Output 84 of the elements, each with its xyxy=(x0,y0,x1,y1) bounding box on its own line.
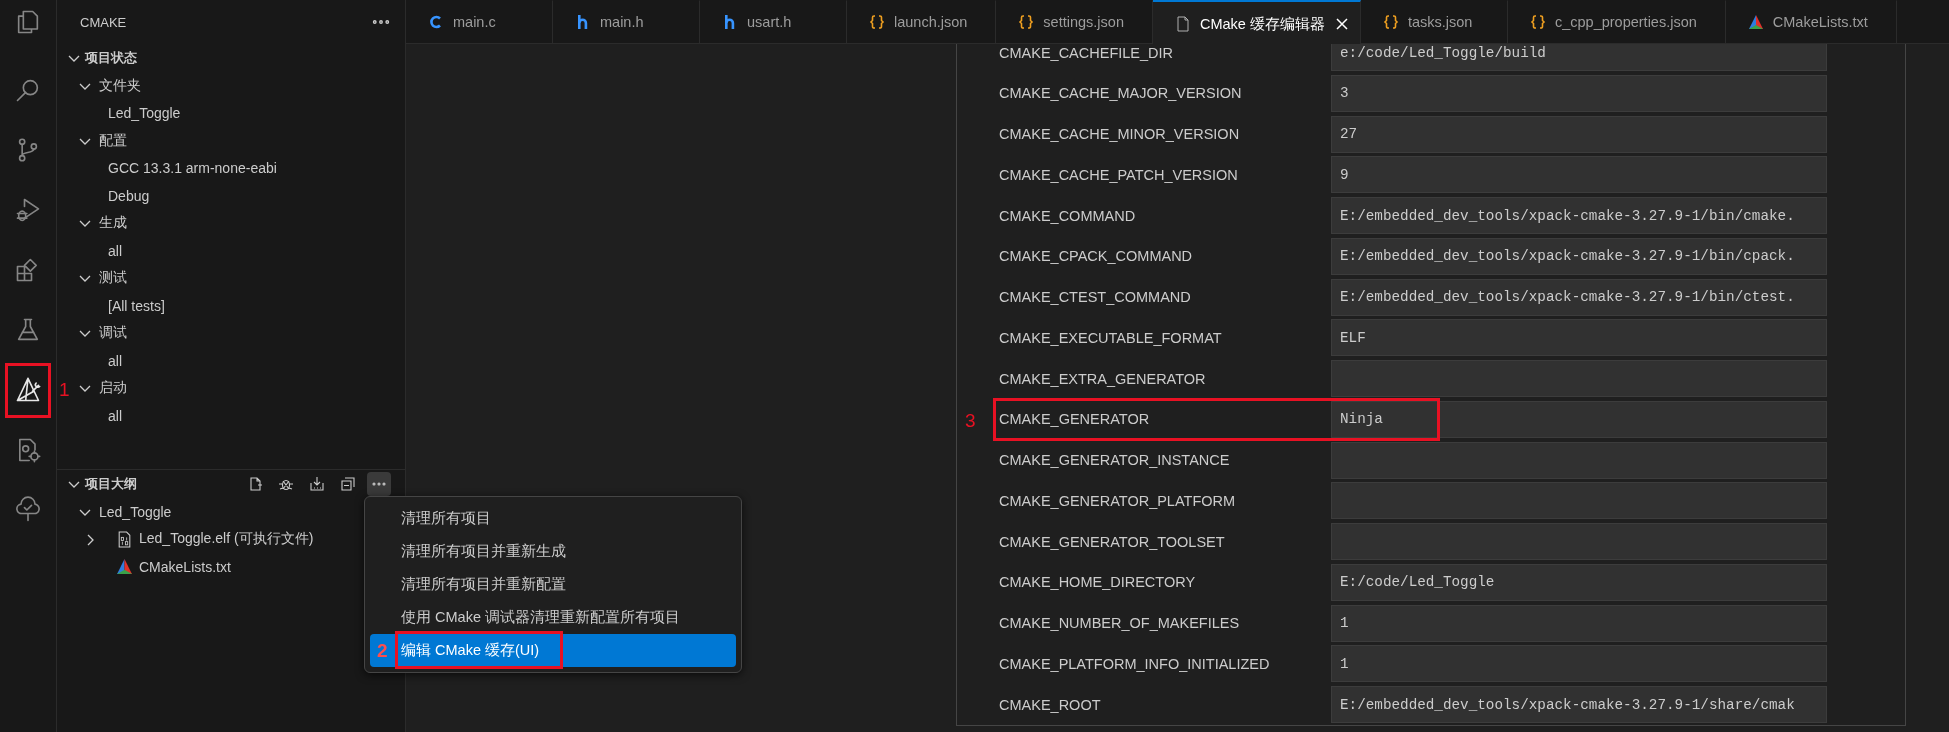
value-field[interactable]: 27 xyxy=(1331,115,1827,153)
c-file-icon xyxy=(428,14,444,30)
tree-item[interactable]: 配置 xyxy=(99,131,127,150)
value-field[interactable]: 1 xyxy=(1331,604,1827,642)
tree-check-icon[interactable] xyxy=(14,496,42,524)
braces-icon xyxy=(1382,14,1399,30)
cache-key: CMAKE_NUMBER_OF_MAKEFILES xyxy=(999,615,1331,631)
tree-item[interactable]: GCC 13.3.1 arm-none-eabi xyxy=(108,160,277,177)
value-field[interactable]: e:/code/Led_Toggle/build xyxy=(1331,44,1827,71)
tree-item[interactable]: all xyxy=(108,407,122,424)
editor-tab[interactable]: CMake 缓存编辑器 xyxy=(1152,0,1361,46)
cache-key: CMAKE_CACHE_MAJOR_VERSION xyxy=(999,85,1331,102)
tree-item[interactable]: Debug xyxy=(108,187,150,204)
tree-item[interactable]: Led_Toggle xyxy=(108,105,181,122)
annotation-number: 2 xyxy=(377,641,388,660)
cache-key: CMAKE_COMMAND xyxy=(999,207,1331,224)
value-field[interactable]: Ninja xyxy=(1331,400,1827,438)
editor-tab[interactable]: main.h xyxy=(553,0,700,43)
cache-key: CMAKE_GENERATOR_PLATFORM xyxy=(999,492,1331,509)
editor-tab[interactable]: usart.h xyxy=(700,0,847,43)
value-field[interactable] xyxy=(1331,482,1827,520)
triangle-icon xyxy=(116,558,133,576)
menu-item[interactable]: 清理所有项目并重新配置 xyxy=(370,568,736,601)
tree-item[interactable]: 启动 xyxy=(99,379,127,398)
more-icon[interactable] xyxy=(367,472,391,496)
braces-icon xyxy=(1529,14,1546,30)
value-field[interactable]: E:/embedded_dev_tools/xpack-cmake-3.27.9-1/bin/cmake. xyxy=(1331,197,1827,234)
tree-item[interactable]: 生成 xyxy=(99,214,127,233)
cache-key: CMAKE_HOME_DIRECTORY xyxy=(999,574,1331,591)
annotation-number: 3 xyxy=(965,410,976,430)
cache-key: CMAKE_ROOT xyxy=(999,696,1331,713)
run-debug-icon[interactable] xyxy=(14,196,42,224)
menu-item[interactable]: 清理所有项目并重新生成 xyxy=(370,535,736,568)
tree-item[interactable]: Led_Toggle xyxy=(99,503,172,520)
value-field[interactable]: 3 xyxy=(1331,74,1827,112)
braces-icon xyxy=(869,14,885,30)
value-field[interactable]: E:/embedded_dev_tools/xpack-cmake-3.27.9-1/bin/cpack. xyxy=(1331,237,1827,275)
menu-item[interactable]: 清理所有项目 xyxy=(370,502,736,535)
cache-key: CMAKE_EXTRA_GENERATOR xyxy=(999,370,1331,387)
file-name[interactable]: Led_Toggle.elf (可执行文件) xyxy=(139,530,314,549)
tree-item[interactable]: 调试 xyxy=(99,324,127,343)
cache-key: CMAKE_CACHE_MINOR_VERSION xyxy=(999,126,1331,142)
editor-tab[interactable]: main.c xyxy=(406,0,553,43)
editor-tab[interactable]: settings.json xyxy=(996,0,1153,43)
section-header[interactable]: 项目状态 xyxy=(57,44,137,72)
editor-tab[interactable]: CMakeLists.txt xyxy=(1725,0,1897,43)
sidebar-title: CMAKE xyxy=(80,14,127,30)
cache-key: CMAKE_GENERATOR_INSTANCE xyxy=(999,452,1331,468)
tree-item[interactable]: [All tests] xyxy=(108,297,165,314)
cache-key: CMAKE_EXECUTABLE_FORMAT xyxy=(999,329,1331,346)
value-field[interactable]: E:/embedded_dev_tools/xpack-cmake-3.27.9-1/bin/ctest. xyxy=(1331,278,1827,316)
section-header[interactable]: 项目大纲 xyxy=(57,470,137,498)
value-field[interactable] xyxy=(1331,523,1827,560)
editor-tab[interactable]: tasks.json xyxy=(1360,0,1508,43)
menu-item[interactable]: 使用 CMake 调试器清理重新配置所有项目 xyxy=(370,601,736,634)
editor-tab[interactable]: c_cpp_properties.json xyxy=(1507,0,1726,43)
cache-key: CMAKE_CTEST_COMMAND xyxy=(999,289,1331,305)
value-field[interactable]: E:/embedded_dev_tools/xpack-cmake-3.27.9-1/share/cmak xyxy=(1331,686,1827,723)
cmake-icon[interactable] xyxy=(14,376,42,404)
file-name[interactable]: CMakeLists.txt xyxy=(139,558,231,575)
cache-key: CMAKE_CPACK_COMMAND xyxy=(999,248,1331,265)
value-field[interactable]: ELF xyxy=(1331,319,1827,357)
highlight-frame xyxy=(5,363,51,418)
cache-key: CMAKE_CACHE_PATCH_VERSION xyxy=(999,166,1331,183)
binary-file-icon xyxy=(116,530,133,548)
cache-key: CMAKE_PLATFORM_INFO_INITIALIZED xyxy=(999,655,1331,672)
close-icon[interactable] xyxy=(1333,16,1350,32)
value-field[interactable] xyxy=(1331,360,1827,397)
triangle-icon xyxy=(1747,14,1764,30)
value-field[interactable]: E:/code/Led_Toggle xyxy=(1331,563,1827,601)
tree-item[interactable]: all xyxy=(108,242,122,259)
tree-item[interactable]: 文件夹 xyxy=(99,76,141,95)
braces-icon xyxy=(1018,14,1035,30)
tree-item[interactable]: all xyxy=(108,352,122,369)
document-icon xyxy=(1174,16,1191,32)
annotation-number: 1 xyxy=(59,380,70,399)
cache-key: CMAKE_GENERATOR xyxy=(999,411,1331,428)
tree-item[interactable]: 测试 xyxy=(99,269,127,288)
editor-tab[interactable]: launch.json xyxy=(847,0,997,43)
cache-key: CMAKE_GENERATOR_TOOLSET xyxy=(999,533,1331,550)
value-field[interactable]: 9 xyxy=(1331,156,1827,194)
cache-key: CMAKE_CACHEFILE_DIR xyxy=(999,44,1331,61)
value-field[interactable] xyxy=(1331,441,1827,479)
value-field[interactable]: 1 xyxy=(1331,645,1827,683)
